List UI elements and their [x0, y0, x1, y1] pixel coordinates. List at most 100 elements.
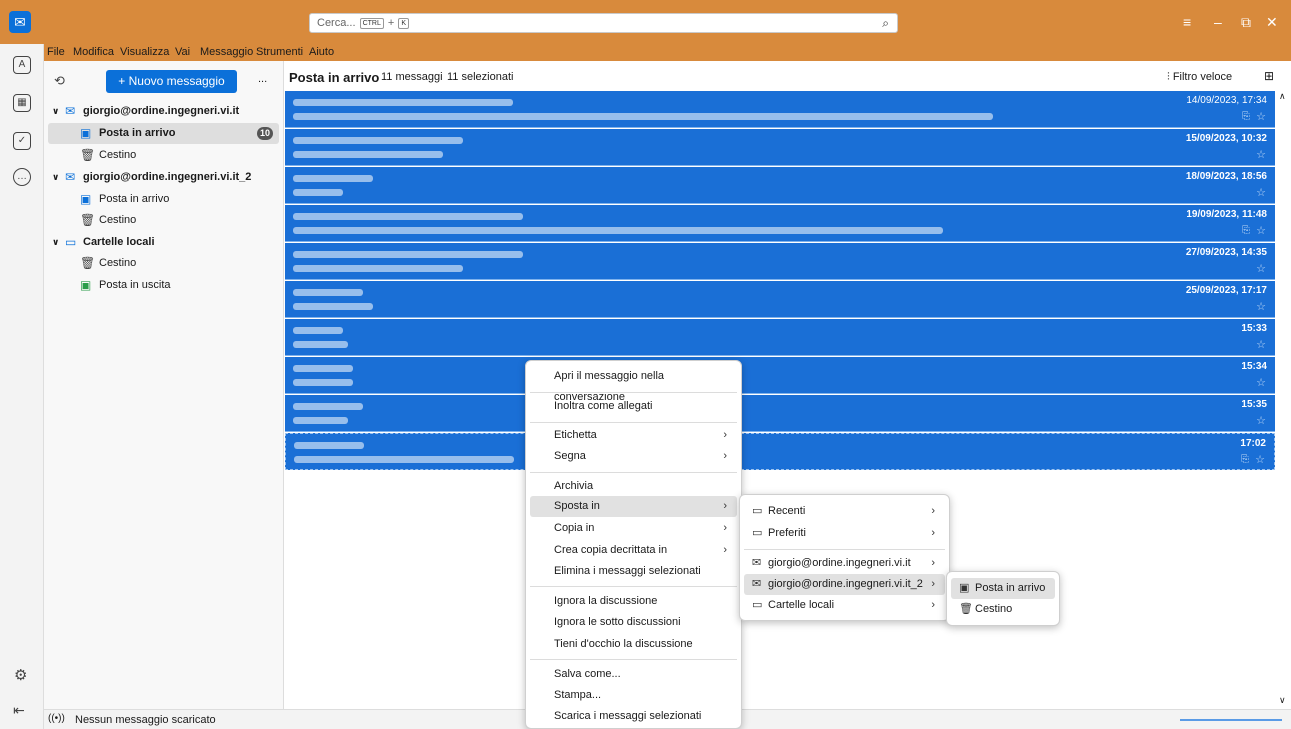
- star-icon[interactable]: ☆: [1256, 186, 1266, 199]
- menu-ignore-subthread[interactable]: Ignora le sotto discussioni: [530, 612, 737, 633]
- search-icon[interactable]: ⌕: [882, 16, 889, 31]
- star-icon[interactable]: ☆: [1256, 262, 1266, 275]
- menu-move-to[interactable]: Sposta in ›: [530, 496, 737, 517]
- folder-label: Cestino: [99, 257, 137, 269]
- star-icon[interactable]: ☆: [1256, 148, 1266, 161]
- collapse-icon[interactable]: ⇤: [13, 702, 25, 719]
- message-row[interactable]: 25/09/2023, 17:17 ☆: [285, 281, 1275, 318]
- close-icon[interactable]: ✕: [1266, 14, 1278, 31]
- menu-create-decrypted-copy[interactable]: Crea copia decrittata in ›: [530, 540, 737, 561]
- settings-icon[interactable]: ⚙: [14, 666, 27, 684]
- chevron-right-icon: ›: [931, 505, 935, 517]
- folder-trash-local[interactable]: 🗑 Cestino: [48, 253, 279, 274]
- menu-save-as[interactable]: Salva come...: [530, 664, 737, 685]
- folder-outbox[interactable]: ▣ Posta in uscita: [48, 275, 279, 296]
- chevron-down-icon[interactable]: ∨: [52, 167, 59, 188]
- submenu-recent[interactable]: ▭ Recenti ›: [744, 501, 945, 522]
- star-icon[interactable]: ☆: [1256, 376, 1266, 389]
- folder-inbox-2[interactable]: ▣ Posta in arrivo: [48, 189, 279, 210]
- message-list-header: Posta in arrivo 11 messaggi 11 seleziona…: [285, 61, 1291, 91]
- restore-icon[interactable]: ⧉: [1241, 14, 1251, 31]
- chevron-right-icon: ›: [931, 527, 935, 539]
- submenu-account-2[interactable]: ✉ giorgio@ordine.ingegneri.vi.it_2 ›: [744, 574, 945, 595]
- folder-icon: ▭: [752, 527, 763, 539]
- menu-file[interactable]: File: [47, 46, 65, 58]
- chevron-up-icon[interactable]: ∧: [1279, 91, 1286, 102]
- menu-aiuto[interactable]: Aiuto: [309, 46, 334, 58]
- inbox-icon: ▣: [80, 126, 92, 140]
- menu-forward-as-attachments[interactable]: Inoltra come allegati: [530, 396, 737, 417]
- chevron-right-icon: ›: [723, 450, 727, 462]
- submenu-local-folders[interactable]: ▭ Cartelle locali ›: [744, 595, 945, 616]
- chat-icon[interactable]: …: [13, 168, 31, 186]
- menu-modifica[interactable]: Modifica: [73, 46, 114, 58]
- chevron-down-icon[interactable]: ∨: [52, 232, 59, 253]
- app-menu-icon[interactable]: ≡: [1183, 14, 1191, 30]
- message-row[interactable]: 17:02 ⎘ ☆: [285, 433, 1275, 470]
- message-row[interactable]: 15:34 ☆: [285, 357, 1275, 394]
- outbox-icon: ▣: [80, 278, 92, 292]
- message-row[interactable]: 27/09/2023, 14:35 ☆: [285, 243, 1275, 280]
- account-2-submenu: ▣ Posta in arrivo 🗑 Cestino: [946, 571, 1060, 626]
- minimize-icon[interactable]: –: [1214, 14, 1222, 30]
- message-row[interactable]: 19/09/2023, 11:48 ⎘ ☆: [285, 205, 1275, 242]
- search-input[interactable]: Cerca... CTRL + K ⌕: [309, 13, 898, 33]
- chevron-right-icon: ›: [723, 429, 727, 441]
- menu-mark[interactable]: Segna ›: [530, 446, 737, 467]
- folder-inbox-1[interactable]: ▣ Posta in arrivo 10: [48, 123, 279, 144]
- mail-icon[interactable]: ✉: [9, 11, 31, 33]
- menu-visualizza[interactable]: Visualizza: [120, 46, 169, 58]
- folder-trash-1[interactable]: 🗑 Cestino: [48, 145, 279, 166]
- menu-delete-selected[interactable]: Elimina i messaggi selezionati: [530, 561, 737, 582]
- address-book-icon[interactable]: A: [13, 56, 31, 74]
- menu-copy-to[interactable]: Copia in ›: [530, 518, 737, 539]
- folder-account-2[interactable]: ∨ ✉ giorgio@ordine.ingegneri.vi.it_2: [48, 167, 279, 188]
- menu-download-selected[interactable]: Scarica i messaggi selezionati: [530, 706, 737, 727]
- context-menu: Apri il messaggio nella conversazione In…: [525, 360, 742, 729]
- star-icon[interactable]: ☆: [1256, 338, 1266, 351]
- message-list-scrollbar[interactable]: ∧ ∨: [1276, 91, 1291, 709]
- message-row[interactable]: 14/09/2023, 17:34 ⎘ ☆: [285, 91, 1275, 128]
- message-date: 25/09/2023, 17:17: [1185, 285, 1267, 296]
- menu-vai[interactable]: Vai: [175, 46, 190, 58]
- submenu-account-1[interactable]: ✉ giorgio@ordine.ingegneri.vi.it ›: [744, 553, 945, 574]
- account-icon: ✉: [752, 578, 762, 590]
- menu-strumenti[interactable]: Strumenti: [256, 46, 303, 58]
- tasks-icon[interactable]: ✓: [13, 132, 31, 150]
- message-row[interactable]: 15:33 ☆: [285, 319, 1275, 356]
- menu-archive[interactable]: Archivia: [530, 476, 737, 497]
- message-row[interactable]: 15/09/2023, 10:32 ☆: [285, 129, 1275, 166]
- submenu-inbox[interactable]: ▣ Posta in arrivo: [951, 578, 1055, 599]
- submenu-favorites[interactable]: ▭ Preferiti ›: [744, 523, 945, 544]
- menu-ignore-thread[interactable]: Ignora la discussione: [530, 591, 737, 612]
- folder-pane-more-button[interactable]: ...: [258, 73, 267, 85]
- chevron-down-icon[interactable]: ∨: [1279, 695, 1286, 706]
- menu-watch-thread[interactable]: Tieni d'occhio la discussione: [530, 634, 737, 655]
- folder-trash-2[interactable]: 🗑 Cestino: [48, 210, 279, 231]
- chevron-down-icon[interactable]: ∨: [52, 101, 59, 122]
- get-messages-icon[interactable]: ⟲: [54, 73, 65, 89]
- menu-tag[interactable]: Etichetta ›: [530, 425, 737, 446]
- quick-filter-button[interactable]: ⫶ Filtro veloce: [1167, 71, 1232, 84]
- folder-pane: ⟲ + Nuovo messaggio ... ∨ ✉ giorgio@ordi…: [44, 61, 284, 709]
- new-message-button[interactable]: + Nuovo messaggio: [106, 70, 237, 93]
- folder-local[interactable]: ∨ ▭ Cartelle locali: [48, 232, 279, 253]
- menu-open-in-conversation[interactable]: Apri il messaggio nella conversazione: [530, 366, 737, 403]
- submenu-trash[interactable]: 🗑 Cestino: [951, 599, 1055, 620]
- menu-messaggio[interactable]: Messaggio: [200, 46, 253, 58]
- spaces-toolbar: A ▦ ✓ … ⚙ ⇤: [0, 44, 44, 729]
- message-row[interactable]: 18/09/2023, 18:56 ☆: [285, 167, 1275, 204]
- star-icon[interactable]: ☆: [1256, 300, 1266, 313]
- folder-account-1[interactable]: ∨ ✉ giorgio@ordine.ingegneri.vi.it: [48, 101, 279, 122]
- folder-label: Posta in arrivo: [99, 193, 170, 205]
- star-icon[interactable]: ☆: [1256, 224, 1266, 237]
- selected-count: 11 selezionati: [447, 71, 514, 83]
- menu-print[interactable]: Stampa...: [530, 685, 737, 706]
- folder-icon: ▭: [752, 505, 763, 517]
- star-icon[interactable]: ☆: [1255, 453, 1265, 466]
- calendar-icon[interactable]: ▦: [13, 94, 31, 112]
- message-row[interactable]: 15:35 ☆: [285, 395, 1275, 432]
- star-icon[interactable]: ☆: [1256, 414, 1266, 427]
- star-icon[interactable]: ☆: [1256, 110, 1266, 123]
- display-options-icon[interactable]: ⊞: [1264, 69, 1274, 83]
